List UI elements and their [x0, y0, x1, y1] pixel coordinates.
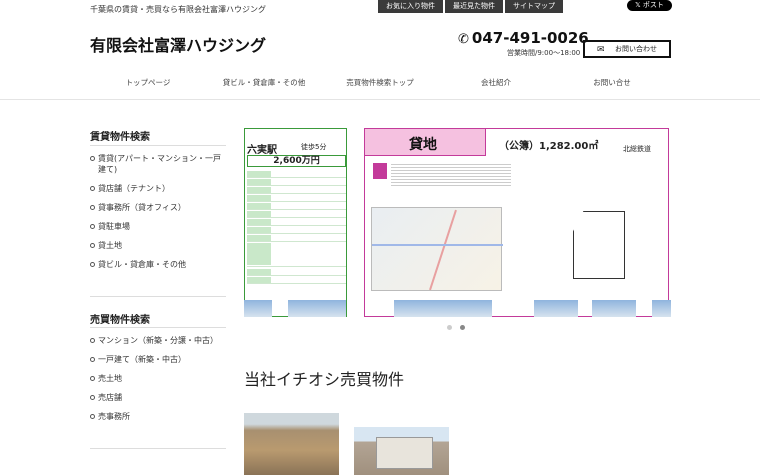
nav-company[interactable]: 会社紹介: [438, 77, 554, 88]
slide-flyer-sale[interactable]: 六実駅 徒歩5分 2,600万円: [244, 128, 347, 317]
nav-top[interactable]: トップページ: [90, 77, 206, 88]
business-hours: 営業時間/9:00～18:00: [507, 49, 581, 57]
property-slider[interactable]: 六実駅 徒歩5分 2,600万円 貸地 （公簿）1,282.00㎡ 北総鉄道: [244, 128, 671, 317]
thumbnail[interactable]: [244, 300, 272, 317]
favorites-link[interactable]: お気に入り物件: [378, 0, 443, 13]
thumbnail[interactable]: [534, 300, 578, 317]
flyer-row: [247, 219, 346, 226]
nav-rental-building[interactable]: 貸ビル・貸倉庫・その他: [206, 77, 322, 88]
divider: [90, 145, 226, 146]
featured-heading: 当社イチオシ売買物件: [244, 370, 405, 389]
contact-button[interactable]: ✉ お問い合わせ: [583, 40, 671, 58]
flyer-title-box: 貸地: [365, 129, 486, 156]
thumbnail[interactable]: [288, 300, 346, 317]
flyer-row: [247, 179, 346, 186]
divider: [90, 448, 226, 449]
contact-label: お問い合わせ: [615, 45, 657, 53]
x-icon: 𝕏: [635, 1, 643, 9]
slide-thumbnails: [244, 300, 671, 317]
flyer-row: [247, 269, 346, 276]
slider-dot[interactable]: [447, 325, 452, 330]
flyer-row: [247, 187, 346, 194]
flyer-row: [247, 243, 346, 267]
sale-item-store[interactable]: 売店舗: [90, 392, 226, 403]
slide-walk: 徒歩5分: [301, 143, 327, 151]
site-logo[interactable]: 有限会社富澤ハウジング: [90, 32, 266, 56]
divider: [90, 327, 226, 328]
flyer-plot-diagram: [555, 197, 645, 289]
sale-list: マンション（新築・分譲・中古） 一戸建て（新築・中古） 売土地 売店舗 売事務所: [90, 335, 226, 430]
sale-item-land[interactable]: 売土地: [90, 373, 226, 384]
divider: [90, 296, 226, 297]
nav-contact[interactable]: お問い合せ: [554, 77, 670, 88]
flyer-map: [371, 207, 503, 291]
top-links: お気に入り物件 最近見た物件 サイトマップ: [378, 0, 563, 13]
flyer-row: [247, 211, 346, 218]
thumbnail[interactable]: [592, 300, 636, 317]
flyer-row: [247, 203, 346, 210]
main-nav: トップページ 貸ビル・貸倉庫・その他 売買物件検索トップ 会社紹介 お問い合せ: [90, 77, 671, 88]
rent-item-parking[interactable]: 貸駐車場: [90, 221, 226, 232]
flyer-area: （公簿）1,282.00㎡: [499, 141, 599, 152]
phone-number: ✆ 047-491-0026: [458, 29, 589, 47]
thumbnail[interactable]: [394, 300, 492, 317]
recent-viewed-link[interactable]: 最近見た物件: [445, 0, 503, 13]
rent-item-office[interactable]: 貸事務所（貸オフィス）: [90, 202, 226, 213]
flyer-row: [247, 227, 346, 234]
rent-item-building[interactable]: 貸ビル・貸倉庫・その他: [90, 259, 226, 270]
sale-search-heading: 売買物件検索: [90, 315, 150, 326]
flyer-rail: 北総鉄道: [623, 145, 651, 153]
rent-item-store[interactable]: 貸店舗（テナント）: [90, 183, 226, 194]
slider-dot-active[interactable]: [460, 325, 465, 330]
flyer-row: [247, 195, 346, 202]
flyer-description: [391, 162, 511, 186]
x-post-button[interactable]: 𝕏 ポスト: [627, 0, 672, 11]
nav-sale-search[interactable]: 売買物件検索トップ: [322, 77, 438, 88]
flyer-row: [247, 171, 346, 178]
slide-station: 六実駅: [247, 145, 277, 156]
rent-item-apartment[interactable]: 賃貸(アパート・マンション・一戸建て): [90, 153, 226, 175]
sitemap-link[interactable]: サイトマップ: [505, 0, 563, 13]
sale-item-house[interactable]: 一戸建て（新築・中古）: [90, 354, 226, 365]
flyer-row: [247, 235, 346, 242]
envelope-icon: ✉: [597, 45, 605, 55]
phone-text: 047-491-0026: [471, 29, 589, 47]
rent-list: 賃貸(アパート・マンション・一戸建て) 貸店舗（テナント） 貸事務所（貸オフィス…: [90, 153, 226, 278]
sale-item-office[interactable]: 売事務所: [90, 411, 226, 422]
flyer-title: 貸地: [409, 137, 437, 153]
featured-photo-land[interactable]: [244, 413, 339, 475]
featured-photo-house[interactable]: [354, 427, 449, 475]
rent-search-heading: 賃貸物件検索: [90, 132, 150, 143]
flyer-row: [247, 277, 346, 284]
rent-item-land[interactable]: 貸土地: [90, 240, 226, 251]
flyer-tag: [373, 163, 387, 179]
slide-price: 2,600万円: [247, 155, 346, 167]
phone-icon: ✆: [458, 32, 469, 47]
slider-dots: [447, 323, 473, 333]
sale-item-mansion[interactable]: マンション（新築・分譲・中古）: [90, 335, 226, 346]
nav-divider: [0, 99, 760, 100]
slide-flyer-land[interactable]: 貸地 （公簿）1,282.00㎡ 北総鉄道: [364, 128, 669, 317]
site-tagline: 千葉県の賃貸・売買なら有限会社富澤ハウジング: [90, 5, 266, 14]
x-post-label: ポスト: [642, 1, 664, 9]
thumbnail[interactable]: [652, 300, 671, 317]
